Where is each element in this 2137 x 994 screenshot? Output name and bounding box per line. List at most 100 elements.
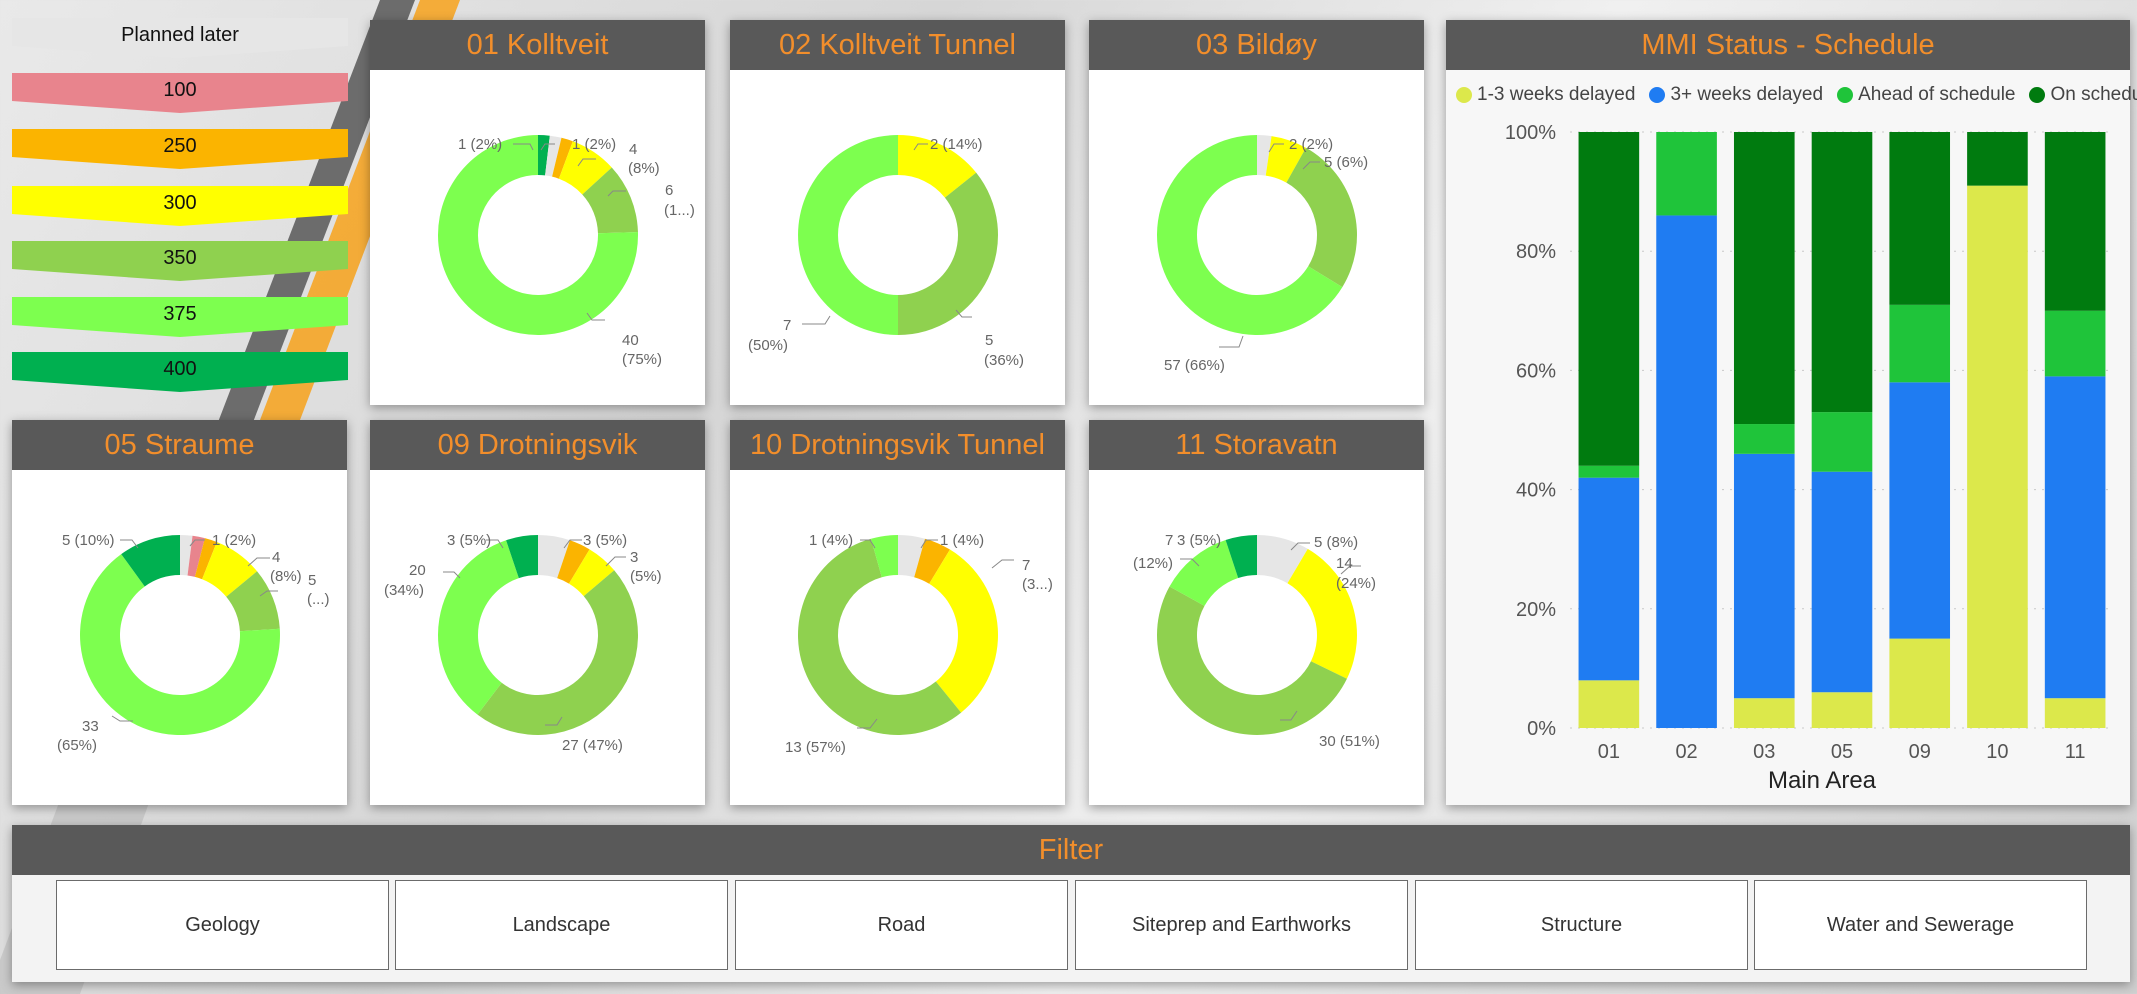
bar-segment[interactable] (1811, 412, 1873, 472)
legend-label: On schedule (2050, 84, 2137, 105)
donut-label: 3 (630, 549, 638, 566)
legend-item-1-3-weeks[interactable]: 1-3 weeks delayed (1456, 84, 1635, 106)
legend-step-350: 350 (12, 241, 348, 293)
bar-segment[interactable] (1578, 465, 1640, 478)
bar-segment[interactable] (1578, 477, 1640, 681)
y-tick-label: 20% (1516, 599, 1556, 621)
donut-chart[interactable]: 5 (8%) 14 (24%) 30 (51%) 7 (12%) 3 (5%) (1089, 470, 1424, 805)
donut-label: 7 (1022, 557, 1030, 574)
legend-item-3plus-weeks[interactable]: 3+ weeks delayed (1649, 84, 1823, 106)
filter-button-geology[interactable]: Geology (56, 880, 389, 970)
donut-panel-03-bildoy[interactable]: 03 Bildøy 2 (2%) 5 (6%) 57 (66%) (1089, 20, 1424, 405)
donut-panel-02-kolltveit-tunnel[interactable]: 02 Kolltveit Tunnel 2 (14%) 5 (36%) 7 (5… (730, 20, 1065, 405)
legend-step-400: 400 (12, 352, 348, 404)
donut-label: 14 (1336, 555, 1353, 572)
bar-segment[interactable] (1889, 638, 1951, 728)
bar-segment[interactable] (1733, 132, 1795, 425)
chart-legend: 1-3 weeks delayed 3+ weeks delayed Ahead… (1456, 82, 2137, 108)
bar-segment[interactable] (1889, 132, 1951, 305)
bar-segment[interactable] (1656, 132, 1717, 216)
donut-label: (1...) (664, 202, 695, 219)
bar-segment[interactable] (2044, 132, 2106, 311)
donut-label: 57 (66%) (1164, 357, 1225, 374)
bar-segment[interactable] (2044, 376, 2106, 699)
donut-label: (8%) (270, 568, 302, 585)
donut-label: (5%) (630, 568, 662, 585)
legend-label: 1-3 weeks delayed (1477, 84, 1636, 105)
legend-item-ahead[interactable]: Ahead of schedule (1837, 84, 2015, 106)
legend-label: 3+ weeks delayed (1670, 84, 1824, 105)
legend-step-label: 250 (163, 135, 197, 157)
bar-segment[interactable] (1811, 692, 1873, 728)
donut-chart[interactable]: 3 (5%) 3 (5%) 3 (5%) 20 (34%) 27 (47%) (370, 470, 705, 805)
filter-button-structure[interactable]: Structure (1415, 880, 1748, 970)
donut-label: (34%) (384, 582, 424, 599)
donut-label: 1 (2%) (458, 136, 502, 153)
donut-label: 6 (665, 182, 673, 199)
bar-segment[interactable] (1889, 382, 1951, 639)
legend-step-label: 350 (163, 247, 197, 269)
y-tick-label: 0% (1527, 718, 1556, 740)
donut-slice[interactable] (477, 570, 638, 735)
filter-button-water-sewerage[interactable]: Water and Sewerage (1754, 880, 2087, 970)
donut-slice[interactable] (798, 135, 898, 335)
panel-title: 03 Bildøy (1089, 20, 1424, 70)
bar-segment[interactable] (1811, 132, 1873, 413)
bar-segment[interactable] (1578, 680, 1640, 728)
donut-label: (36%) (984, 352, 1024, 369)
donut-panel-11-storavatn[interactable]: 11 Storavatn 5 (8%) 14 (24%) 30 (51%) 7 … (1089, 420, 1424, 805)
bar-segment[interactable] (1578, 132, 1640, 466)
legend-step-label: 400 (163, 358, 197, 380)
bar-segment[interactable] (1967, 132, 2028, 186)
filter-button-siteprep[interactable]: Siteprep and Earthworks (1075, 880, 1408, 970)
donut-label: (...) (307, 591, 330, 608)
bar-segment[interactable] (1656, 215, 1717, 728)
donut-panel-10-drotningsvik-tunnel[interactable]: 10 Drotningsvik Tunnel 1 (4%) 1 (4%) 7 (… (730, 420, 1065, 805)
donut-chart[interactable]: 1 (4%) 1 (4%) 7 (3...) 13 (57%) (730, 470, 1065, 805)
filter-button-landscape[interactable]: Landscape (395, 880, 728, 970)
panel-title: 09 Drotningsvik (370, 420, 705, 470)
donut-label: 3 (5%) (447, 532, 491, 549)
x-tick-label: 01 (1598, 741, 1620, 763)
legend-step-label: 375 (163, 303, 197, 325)
donut-label: (12%) (1133, 555, 1173, 572)
bar-segment[interactable] (2044, 310, 2106, 377)
donut-chart[interactable]: 1 (2%) 4 (8%) 5 (...) 5 (10%) 33 (65%) (12, 470, 347, 805)
donut-slice[interactable] (898, 172, 998, 335)
legend-label: Ahead of schedule (1858, 84, 2016, 105)
legend-item-on-schedule[interactable]: On schedule (2029, 84, 2137, 106)
bar-segment[interactable] (1733, 453, 1795, 699)
donut-label: 30 (51%) (1319, 733, 1380, 750)
bar-segment[interactable] (1967, 185, 2028, 728)
donut-chart[interactable]: 2 (2%) 5 (6%) 57 (66%) (1089, 70, 1424, 405)
filter-button-road[interactable]: Road (735, 880, 1068, 970)
bar-segment[interactable] (1733, 698, 1795, 728)
bar-segment[interactable] (1889, 304, 1951, 383)
donut-label: 1 (2%) (572, 136, 616, 153)
donut-chart[interactable]: 2 (14%) 5 (36%) 7 (50%) (730, 70, 1065, 405)
donut-label: (3...) (1022, 576, 1053, 593)
donut-panel-09-drotningsvik[interactable]: 09 Drotningsvik 3 (5%) 3 (5%) 3 (5%) 20 … (370, 420, 705, 805)
donut-label: 1 (4%) (940, 532, 984, 549)
bar-segment[interactable] (2044, 698, 2106, 728)
donut-label: 2 (14%) (930, 136, 983, 153)
donut-label: (24%) (1336, 575, 1376, 592)
bar-segment[interactable] (1811, 471, 1873, 693)
legend-step-label: 300 (163, 192, 197, 214)
x-axis-title: Main Area (1768, 767, 1877, 794)
filter-title: Filter (12, 825, 2130, 875)
bar-segment[interactable] (1733, 424, 1795, 454)
donut-panel-01-kolltveit[interactable]: 01 Kolltveit 1 (2%) 1 (2%) 4 (8%) 6 (1..… (370, 20, 705, 405)
panel-title: 02 Kolltveit Tunnel (730, 20, 1065, 70)
donut-label: 1 (2%) (212, 532, 256, 549)
donut-panel-05-straume[interactable]: 05 Straume 1 (2%) 4 (8%) 5 (...) 5 (10%)… (12, 420, 347, 805)
donut-label: 40 (622, 332, 639, 349)
donut-label: (65%) (57, 737, 97, 754)
legend-step-250: 250 (12, 129, 348, 181)
panel-title: MMI Status - Schedule (1446, 20, 2130, 70)
y-tick-label: 60% (1516, 360, 1556, 382)
y-tick-label: 100% (1505, 122, 1556, 144)
mmi-bar-chart[interactable]: 0% 20% 40% 60% 80% 100% 01 02 03 05 09 10 11 Main Ar… (1450, 120, 2130, 800)
y-tick-label: 40% (1516, 480, 1556, 502)
donut-chart[interactable]: 1 (2%) 1 (2%) 4 (8%) 6 (1...) 40 (75%) (370, 70, 705, 405)
